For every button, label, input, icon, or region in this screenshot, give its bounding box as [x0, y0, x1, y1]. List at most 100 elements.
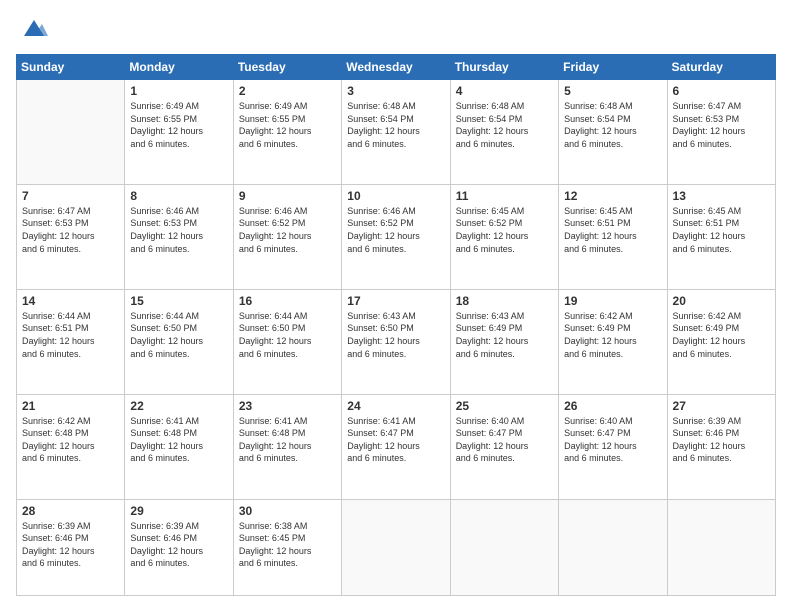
calendar-cell: 18 Sunrise: 6:43 AM Sunset: 6:49 PM Dayli…	[450, 289, 558, 394]
day-info: Sunrise: 6:40 AM Sunset: 6:47 PM Dayligh…	[456, 416, 529, 464]
calendar-cell: 12 Sunrise: 6:45 AM Sunset: 6:51 PM Dayli…	[559, 184, 667, 289]
calendar-week-row: 21 Sunrise: 6:42 AM Sunset: 6:48 PM Dayli…	[17, 394, 776, 499]
calendar-day-header: Tuesday	[233, 55, 341, 80]
calendar-cell: 17 Sunrise: 6:43 AM Sunset: 6:50 PM Dayli…	[342, 289, 450, 394]
day-number: 24	[347, 399, 444, 413]
day-number: 9	[239, 189, 336, 203]
header	[16, 16, 776, 44]
day-number: 1	[130, 84, 227, 98]
calendar-cell: 3 Sunrise: 6:48 AM Sunset: 6:54 PM Daylig…	[342, 80, 450, 185]
calendar-day-header: Wednesday	[342, 55, 450, 80]
day-info: Sunrise: 6:47 AM Sunset: 6:53 PM Dayligh…	[673, 101, 746, 149]
calendar-cell: 1 Sunrise: 6:49 AM Sunset: 6:55 PM Daylig…	[125, 80, 233, 185]
day-number: 17	[347, 294, 444, 308]
calendar-cell	[450, 499, 558, 595]
calendar-cell: 2 Sunrise: 6:49 AM Sunset: 6:55 PM Daylig…	[233, 80, 341, 185]
calendar-cell: 27 Sunrise: 6:39 AM Sunset: 6:46 PM Dayli…	[667, 394, 775, 499]
calendar-cell	[17, 80, 125, 185]
calendar-day-header: Thursday	[450, 55, 558, 80]
day-info: Sunrise: 6:46 AM Sunset: 6:52 PM Dayligh…	[239, 206, 312, 254]
day-number: 6	[673, 84, 770, 98]
day-info: Sunrise: 6:45 AM Sunset: 6:51 PM Dayligh…	[564, 206, 637, 254]
calendar-cell: 28Sunrise: 6:39 AM Sunset: 6:46 PM Dayli…	[17, 499, 125, 595]
day-number: 18	[456, 294, 553, 308]
day-info: Sunrise: 6:48 AM Sunset: 6:54 PM Dayligh…	[564, 101, 637, 149]
day-info: Sunrise: 6:49 AM Sunset: 6:55 PM Dayligh…	[130, 101, 203, 149]
day-info: Sunrise: 6:45 AM Sunset: 6:51 PM Dayligh…	[673, 206, 746, 254]
calendar-day-header: Monday	[125, 55, 233, 80]
day-number: 14	[22, 294, 119, 308]
day-info: Sunrise: 6:39 AM Sunset: 6:46 PM Dayligh…	[673, 416, 746, 464]
calendar-header-row: SundayMondayTuesdayWednesdayThursdayFrid…	[17, 55, 776, 80]
calendar-cell: 16 Sunrise: 6:44 AM Sunset: 6:50 PM Dayli…	[233, 289, 341, 394]
day-info: Sunrise: 6:42 AM Sunset: 6:49 PM Dayligh…	[673, 311, 746, 359]
day-info: Sunrise: 6:40 AM Sunset: 6:47 PM Dayligh…	[564, 416, 637, 464]
calendar-cell: 20 Sunrise: 6:42 AM Sunset: 6:49 PM Dayli…	[667, 289, 775, 394]
calendar-week-row: 14 Sunrise: 6:44 AM Sunset: 6:51 PM Dayli…	[17, 289, 776, 394]
day-number: 10	[347, 189, 444, 203]
calendar-cell	[342, 499, 450, 595]
day-number: 26	[564, 399, 661, 413]
day-info: Sunrise: 6:48 AM Sunset: 6:54 PM Dayligh…	[456, 101, 529, 149]
day-number: 29	[130, 504, 227, 518]
day-info: Sunrise: 6:44 AM Sunset: 6:51 PM Dayligh…	[22, 311, 95, 359]
page: SundayMondayTuesdayWednesdayThursdayFrid…	[0, 0, 792, 612]
calendar-cell: 7 Sunrise: 6:47 AM Sunset: 6:53 PM Daylig…	[17, 184, 125, 289]
day-info: Sunrise: 6:44 AM Sunset: 6:50 PM Dayligh…	[239, 311, 312, 359]
calendar-cell: 21 Sunrise: 6:42 AM Sunset: 6:48 PM Dayli…	[17, 394, 125, 499]
day-number: 5	[564, 84, 661, 98]
day-info: Sunrise: 6:38 AM Sunset: 6:45 PM Dayligh…	[239, 521, 312, 569]
day-info: Sunrise: 6:46 AM Sunset: 6:52 PM Dayligh…	[347, 206, 420, 254]
day-number: 4	[456, 84, 553, 98]
calendar-cell: 19 Sunrise: 6:42 AM Sunset: 6:49 PM Dayli…	[559, 289, 667, 394]
calendar-week-row: 28 Sunrise: 6:39 AM Sunset: 6:46 PM Dayli…	[17, 499, 776, 595]
calendar-cell: 11Sunrise: 6:45 AM Sunset: 6:52 PM Dayli…	[450, 184, 558, 289]
calendar-cell: 5 Sunrise: 6:48 AM Sunset: 6:54 PM Daylig…	[559, 80, 667, 185]
calendar-cell: 13Sunrise: 6:45 AM Sunset: 6:51 PM Dayli…	[667, 184, 775, 289]
calendar-day-header: Sunday	[17, 55, 125, 80]
day-number: 7	[22, 189, 119, 203]
calendar-cell: 9 Sunrise: 6:46 AM Sunset: 6:52 PM Daylig…	[233, 184, 341, 289]
day-number: 25	[456, 399, 553, 413]
calendar-cell: 23Sunrise: 6:41 AM Sunset: 6:48 PM Dayli…	[233, 394, 341, 499]
day-info: Sunrise: 6:48 AM Sunset: 6:54 PM Dayligh…	[347, 101, 420, 149]
day-number: 2	[239, 84, 336, 98]
day-info: Sunrise: 6:43 AM Sunset: 6:50 PM Dayligh…	[347, 311, 420, 359]
calendar-week-row: 7 Sunrise: 6:47 AM Sunset: 6:53 PM Daylig…	[17, 184, 776, 289]
calendar-cell: 25 Sunrise: 6:40 AM Sunset: 6:47 PM Dayli…	[450, 394, 558, 499]
day-number: 22	[130, 399, 227, 413]
calendar-cell: 10 Sunrise: 6:46 AM Sunset: 6:52 PM Dayli…	[342, 184, 450, 289]
day-info: Sunrise: 6:42 AM Sunset: 6:48 PM Dayligh…	[22, 416, 95, 464]
calendar-table: SundayMondayTuesdayWednesdayThursdayFrid…	[16, 54, 776, 596]
logo-icon	[20, 16, 48, 44]
day-number: 30	[239, 504, 336, 518]
day-number: 20	[673, 294, 770, 308]
day-info: Sunrise: 6:46 AM Sunset: 6:53 PM Dayligh…	[130, 206, 203, 254]
day-info: Sunrise: 6:42 AM Sunset: 6:49 PM Dayligh…	[564, 311, 637, 359]
day-number: 23	[239, 399, 336, 413]
day-number: 21	[22, 399, 119, 413]
day-info: Sunrise: 6:39 AM Sunset: 6:46 PM Dayligh…	[130, 521, 203, 569]
day-number: 27	[673, 399, 770, 413]
calendar-cell: 30 Sunrise: 6:38 AM Sunset: 6:45 PM Dayli…	[233, 499, 341, 595]
logo	[16, 16, 48, 44]
calendar-cell: 4 Sunrise: 6:48 AM Sunset: 6:54 PM Daylig…	[450, 80, 558, 185]
day-info: Sunrise: 6:41 AM Sunset: 6:48 PM Dayligh…	[130, 416, 203, 464]
calendar-cell: 8 Sunrise: 6:46 AM Sunset: 6:53 PM Daylig…	[125, 184, 233, 289]
day-number: 19	[564, 294, 661, 308]
calendar-week-row: 1 Sunrise: 6:49 AM Sunset: 6:55 PM Daylig…	[17, 80, 776, 185]
calendar-cell: 15Sunrise: 6:44 AM Sunset: 6:50 PM Dayli…	[125, 289, 233, 394]
day-number: 3	[347, 84, 444, 98]
day-number: 28	[22, 504, 119, 518]
calendar-cell: 24 Sunrise: 6:41 AM Sunset: 6:47 PM Dayli…	[342, 394, 450, 499]
day-number: 12	[564, 189, 661, 203]
day-number: 8	[130, 189, 227, 203]
day-info: Sunrise: 6:41 AM Sunset: 6:47 PM Dayligh…	[347, 416, 420, 464]
day-info: Sunrise: 6:47 AM Sunset: 6:53 PM Dayligh…	[22, 206, 95, 254]
day-info: Sunrise: 6:49 AM Sunset: 6:55 PM Dayligh…	[239, 101, 312, 149]
day-number: 16	[239, 294, 336, 308]
calendar-cell: 29 Sunrise: 6:39 AM Sunset: 6:46 PM Dayli…	[125, 499, 233, 595]
calendar-day-header: Friday	[559, 55, 667, 80]
day-info: Sunrise: 6:43 AM Sunset: 6:49 PM Dayligh…	[456, 311, 529, 359]
day-info: Sunrise: 6:44 AM Sunset: 6:50 PM Dayligh…	[130, 311, 203, 359]
